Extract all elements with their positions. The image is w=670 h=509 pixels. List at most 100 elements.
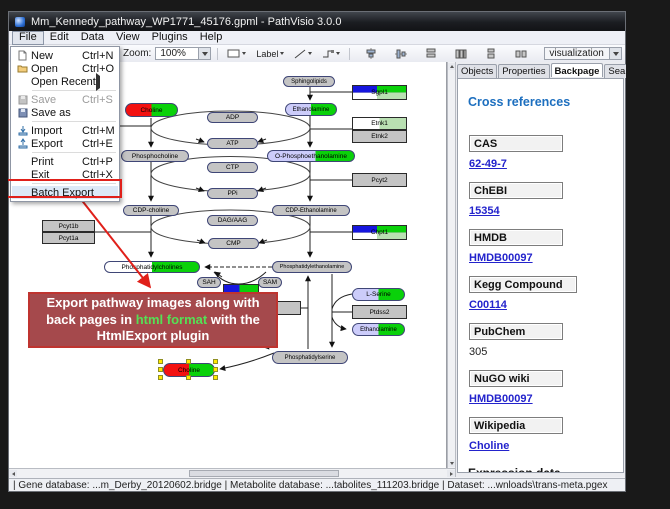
toolbar-separator: [349, 48, 350, 60]
align-horizontal-center-icon: [365, 48, 377, 59]
tab-objects[interactable]: Objects: [457, 64, 497, 78]
file-menu-exit[interactable]: Exit Ctrl+X: [12, 168, 118, 181]
xref-title: ChEBI: [469, 182, 563, 199]
stack-vertical-icon: [485, 48, 497, 59]
node-adp[interactable]: ADP: [207, 112, 258, 123]
gene-datanode-button[interactable]: [224, 47, 249, 60]
scroll-right-icon[interactable]: [447, 470, 455, 477]
node-atp[interactable]: ATP: [207, 138, 258, 149]
selection-handle[interactable]: [213, 367, 218, 372]
selection-handle[interactable]: [186, 359, 191, 364]
zoom-combobox[interactable]: 100%: [155, 47, 211, 60]
node-sgpl1[interactable]: Sgpl1: [352, 85, 407, 100]
node-chpt1[interactable]: Chpt1: [352, 225, 407, 240]
scroll-up-icon[interactable]: [448, 63, 455, 70]
xref-link[interactable]: 62-49-7: [469, 158, 623, 170]
file-menu-print[interactable]: Print Ctrl+P: [12, 155, 118, 168]
label-button[interactable]: Label: [253, 47, 287, 61]
selection-handle[interactable]: [186, 375, 191, 380]
node-phosphocholine[interactable]: Phosphocholine: [121, 150, 189, 162]
node-pcyt2[interactable]: Pcyt2: [352, 173, 407, 187]
import-icon: [14, 125, 31, 136]
menu-plugins[interactable]: Plugins: [146, 31, 194, 44]
align-horizontal-center-button[interactable]: [362, 46, 380, 61]
selection-handle[interactable]: [213, 359, 218, 364]
zoom-dropdown-arrow-icon[interactable]: [198, 48, 210, 59]
menu-separator: [32, 152, 116, 153]
file-menu-open[interactable]: Open Ctrl+O: [12, 62, 118, 75]
node-phosphatidylethanolamine[interactable]: Phosphatidylethanolamine: [272, 261, 352, 273]
menu-help[interactable]: Help: [194, 31, 229, 44]
node-cdp-ethanolamine[interactable]: CDP-Ethanolamine: [272, 205, 350, 216]
node-etnk1[interactable]: Etnk1: [352, 117, 407, 130]
tab-properties[interactable]: Properties: [498, 64, 549, 78]
line-tool-button[interactable]: [291, 47, 315, 61]
file-menu-batch-export[interactable]: Batch Export: [12, 186, 118, 199]
node-phosphatidylcholines[interactable]: Phosphatidylcholines: [104, 261, 200, 273]
node-ethanolamine-top[interactable]: Ethanolamine: [285, 103, 337, 116]
frame-right: [626, 0, 670, 509]
node-dag-aag[interactable]: DAG/AAG: [207, 215, 258, 226]
node-sah[interactable]: SAH: [197, 277, 221, 288]
node-ppi[interactable]: PPi: [207, 188, 258, 199]
xref-section: CAS 62-49-7: [469, 135, 623, 170]
tab-backpage[interactable]: Backpage: [551, 63, 604, 77]
xref-link[interactable]: Choline: [469, 440, 623, 452]
node-ethanolamine-bottom[interactable]: Ethanolamine: [352, 323, 405, 336]
node-sphingolipids[interactable]: Sphingolipids: [283, 76, 335, 87]
xref-link[interactable]: 15354: [469, 205, 623, 217]
xref-link[interactable]: HMDB00097: [469, 393, 623, 405]
xref-title: Kegg Compound: [469, 276, 577, 293]
horizontal-scrollbar[interactable]: [9, 468, 455, 477]
connector-tool-button[interactable]: [319, 47, 343, 61]
align-vertical-center-button[interactable]: [392, 46, 410, 61]
node-sam[interactable]: SAM: [258, 277, 282, 288]
node-o-phosphoethanolamine[interactable]: O-Phosphoethanolamine: [267, 150, 355, 162]
scroll-left-icon[interactable]: [9, 470, 17, 477]
file-menu-open-recent[interactable]: Open Recent: [12, 75, 118, 88]
file-menu-new[interactable]: New Ctrl+N: [12, 49, 118, 62]
frame-top: [0, 0, 670, 11]
vertical-scrollbar[interactable]: [447, 62, 455, 468]
menu-data[interactable]: Data: [75, 31, 110, 44]
selection-handle[interactable]: [213, 375, 218, 380]
file-menu-save-as[interactable]: Save as: [12, 106, 118, 119]
status-text: | Gene database: ...m_Derby_20120602.bri…: [13, 480, 607, 491]
node-pcyt1b[interactable]: Pcyt1b: [42, 220, 95, 232]
align-vertical-center-icon: [395, 48, 407, 59]
stack-vertical-button[interactable]: [482, 46, 500, 61]
common-height-button[interactable]: [452, 46, 470, 61]
window-title: Mm_Kennedy_pathway_WP1771_45176.gpml - P…: [31, 16, 341, 28]
node-cmp[interactable]: CMP: [208, 238, 259, 249]
visualization-combobox[interactable]: visualization: [544, 47, 622, 60]
xref-link[interactable]: C00114: [469, 299, 623, 311]
menu-edit[interactable]: Edit: [44, 31, 75, 44]
xref-link[interactable]: HMDB00097: [469, 252, 623, 264]
menu-file[interactable]: File: [12, 31, 44, 45]
save-icon: [14, 95, 31, 105]
common-width-button[interactable]: [422, 46, 440, 61]
screenshot-stage: Mm_Kennedy_pathway_WP1771_45176.gpml - P…: [0, 0, 670, 509]
node-pcyt1a[interactable]: Pcyt1a: [42, 232, 95, 244]
file-menu-export[interactable]: Export Ctrl+E: [12, 137, 118, 150]
selection-handle[interactable]: [158, 375, 163, 380]
menu-view[interactable]: View: [110, 31, 146, 44]
node-ptdss2[interactable]: Ptdss2: [352, 305, 407, 319]
horizontal-scrollbar-thumb[interactable]: [189, 470, 339, 477]
node-ctp[interactable]: CTP: [207, 162, 258, 173]
expression-data-heading: Expression data: [468, 466, 623, 473]
node-etnk2[interactable]: Etnk2: [352, 130, 407, 143]
save-as-icon: [14, 108, 31, 118]
node-choline-top[interactable]: Choline: [125, 103, 178, 117]
file-menu-import[interactable]: Import Ctrl+M: [12, 124, 118, 137]
callout-highlight: html format: [136, 312, 208, 327]
selection-handle[interactable]: [158, 359, 163, 364]
visualization-dropdown-arrow-icon[interactable]: [609, 48, 621, 59]
title-bar[interactable]: Mm_Kennedy_pathway_WP1771_45176.gpml - P…: [9, 12, 625, 31]
stack-horizontal-button[interactable]: [512, 46, 530, 61]
node-cdp-choline[interactable]: CDP-choline: [123, 205, 179, 216]
selection-handle[interactable]: [158, 367, 163, 372]
node-l-serine[interactable]: L-Serine: [352, 288, 405, 301]
scroll-down-icon[interactable]: [448, 460, 455, 467]
node-phosphatidylserine[interactable]: Phosphatidylserine: [272, 351, 348, 364]
